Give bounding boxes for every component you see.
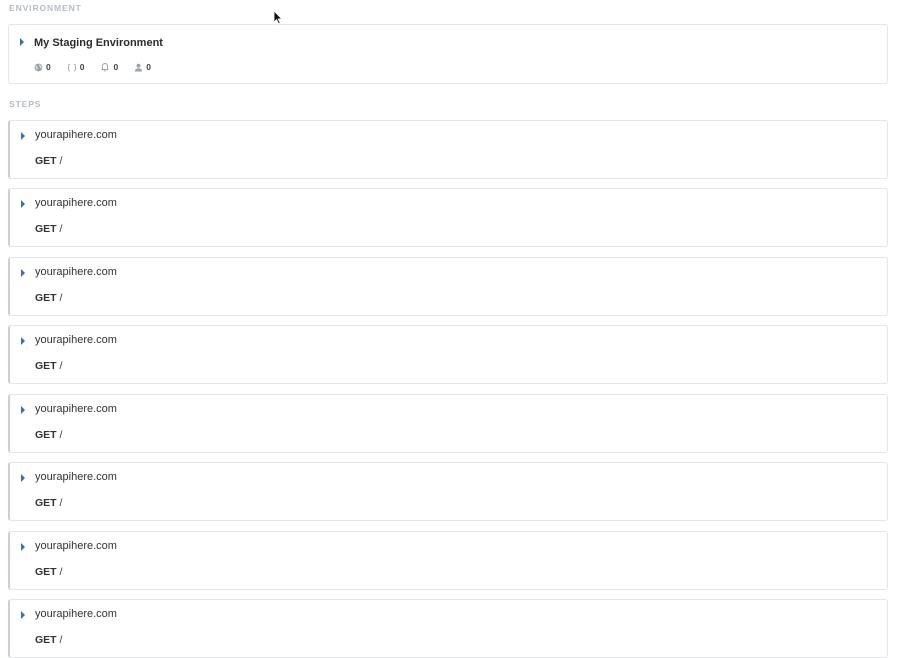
- step-card[interactable]: yourapihere.com GET /: [8, 394, 888, 453]
- step-card[interactable]: yourapihere.com GET /: [8, 599, 888, 658]
- mouse-cursor-icon: [273, 10, 283, 25]
- step-host: yourapihere.com: [35, 129, 117, 141]
- step-card[interactable]: yourapihere.com GET /: [8, 188, 888, 247]
- step-path: /: [59, 155, 63, 167]
- step-host: yourapihere.com: [35, 403, 117, 415]
- step-method: GET: [35, 566, 57, 578]
- user-icon: [135, 63, 143, 72]
- stat-variables: 0: [67, 62, 85, 72]
- step-method: GET: [35, 429, 57, 441]
- step-path: /: [59, 497, 63, 509]
- caret-right-icon[interactable]: [21, 406, 25, 414]
- caret-right-icon[interactable]: [21, 611, 25, 619]
- step-request: GET /: [35, 223, 62, 235]
- step-method: GET: [35, 292, 57, 304]
- step-request: GET /: [35, 429, 62, 441]
- step-request: GET /: [35, 155, 62, 167]
- caret-right-icon[interactable]: [21, 337, 25, 345]
- step-host: yourapihere.com: [35, 540, 117, 552]
- stat-notifications: 0: [100, 62, 118, 72]
- step-host: yourapihere.com: [35, 608, 117, 620]
- stat-notifications-value: 0: [113, 62, 119, 72]
- step-host: yourapihere.com: [35, 334, 117, 346]
- step-request: GET /: [35, 360, 62, 372]
- environment-stats: 0 0 0 0: [34, 62, 151, 72]
- step-request: GET /: [35, 292, 62, 304]
- caret-right-icon[interactable]: [21, 474, 25, 482]
- globe-icon: [34, 63, 43, 71]
- environment-section-label: ENVIRONMENT: [9, 3, 82, 13]
- step-host: yourapihere.com: [35, 471, 117, 483]
- caret-right-icon[interactable]: [21, 543, 25, 551]
- step-method: GET: [35, 497, 57, 509]
- step-path: /: [59, 360, 63, 372]
- stat-users-value: 0: [146, 62, 151, 72]
- caret-right-icon[interactable]: [21, 269, 25, 277]
- braces-icon: [67, 63, 76, 71]
- step-path: /: [59, 634, 63, 646]
- step-request: GET /: [35, 566, 62, 578]
- step-host: yourapihere.com: [35, 197, 117, 209]
- step-path: /: [59, 566, 63, 578]
- step-card[interactable]: yourapihere.com GET /: [8, 120, 888, 179]
- steps-section-label: STEPS: [9, 99, 42, 109]
- step-method: GET: [35, 155, 57, 167]
- bell-icon: [101, 63, 110, 72]
- stat-users: 0: [134, 62, 151, 72]
- step-method: GET: [35, 223, 57, 235]
- step-path: /: [59, 223, 63, 235]
- caret-right-icon[interactable]: [21, 200, 25, 208]
- step-method: GET: [35, 360, 57, 372]
- environment-name: My Staging Environment: [34, 37, 163, 49]
- step-card[interactable]: yourapihere.com GET /: [8, 531, 888, 590]
- caret-right-icon[interactable]: [21, 132, 25, 140]
- step-host: yourapihere.com: [35, 266, 117, 278]
- step-card[interactable]: yourapihere.com GET /: [8, 257, 888, 316]
- stat-variables-value: 0: [79, 62, 85, 72]
- step-card[interactable]: yourapihere.com GET /: [8, 325, 888, 384]
- stat-globes-value: 0: [46, 62, 51, 72]
- caret-right-icon[interactable]: [20, 38, 24, 46]
- step-path: /: [59, 429, 63, 441]
- step-request: GET /: [35, 634, 62, 646]
- environment-card[interactable]: My Staging Environment 0 0 0 0: [8, 24, 888, 84]
- stat-globes: 0: [34, 62, 51, 72]
- step-method: GET: [35, 634, 57, 646]
- step-path: /: [59, 292, 63, 304]
- step-request: GET /: [35, 497, 62, 509]
- step-card[interactable]: yourapihere.com GET /: [8, 462, 888, 521]
